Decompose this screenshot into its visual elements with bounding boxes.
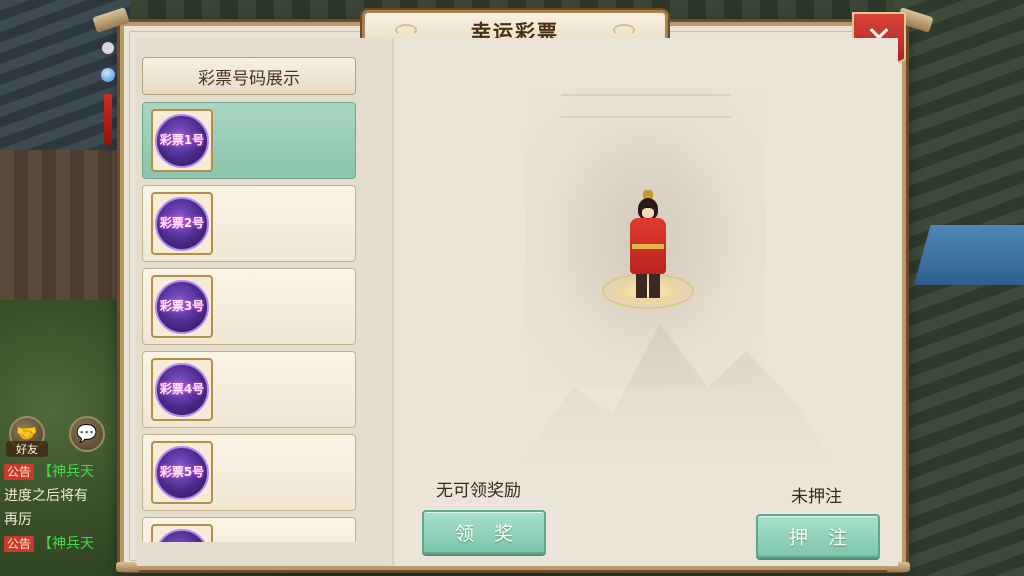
- friends-label: 好友: [6, 441, 48, 457]
- ticket-icon-frame: 彩票5号: [151, 441, 213, 504]
- lottery-ticket-icon: 彩票4号: [155, 362, 209, 417]
- ink-banner-ornament: [561, 94, 731, 118]
- gem-icon: [101, 68, 115, 82]
- lottery-ticket-icon: 彩票5号: [155, 445, 209, 500]
- bet-status-text: 未押注: [791, 487, 842, 507]
- ticket-icon-frame: 彩票3号: [151, 275, 213, 338]
- place-bet-button[interactable]: 押注: [756, 514, 880, 558]
- character-legs: [636, 274, 660, 298]
- chat-line: 公告 【神兵天: [4, 460, 122, 484]
- tassel-icon: [104, 94, 112, 146]
- speech-bubble-icon: 💬: [69, 416, 105, 452]
- character-face: [642, 208, 654, 218]
- character-belt: [632, 244, 664, 249]
- chat-log[interactable]: 公告 【神兵天 进度之后将有 再厉 公告 【神兵天: [4, 460, 122, 570]
- notice-tag: 公告: [4, 464, 35, 480]
- reward-status-text: 无可领奖励: [436, 481, 521, 501]
- lottery-panel: 幸运彩票 ✕ 彩票号码展示 彩票1号 彩票2号 彩票3号 彩票4号: [92, 7, 934, 572]
- cloud-ornament-icon: [613, 24, 635, 36]
- claim-reward-button[interactable]: 领奖: [422, 510, 546, 554]
- chat-line: 公告 【神兵天: [4, 532, 122, 556]
- ticket-item-1[interactable]: 彩票1号: [142, 102, 356, 179]
- chat-button[interactable]: 💬: [66, 413, 108, 455]
- chat-line: 进度之后将有: [4, 484, 122, 508]
- lottery-ticket-icon: 彩票3号: [155, 279, 209, 334]
- cloud-ornament-icon: [395, 24, 417, 36]
- chat-text: 再厉: [4, 512, 32, 528]
- lottery-ticket-icon: 彩票1号: [155, 113, 209, 168]
- ticket-icon-frame: 彩票2号: [151, 192, 213, 255]
- chat-text: 【神兵天: [38, 464, 95, 480]
- ticket-item-5[interactable]: 彩票5号: [142, 434, 356, 511]
- ticket-icon-frame: 彩票4号: [151, 358, 213, 421]
- chat-text: 进度之后将有: [4, 488, 88, 504]
- lottery-ticket-icon: [155, 528, 209, 542]
- background-scenery-right: [894, 0, 1024, 576]
- chat-line: 再厉: [4, 508, 122, 532]
- background-wall: [0, 150, 120, 320]
- player-character-model: [624, 190, 674, 302]
- lottery-ticket-icon: 彩票2号: [155, 196, 209, 251]
- ticket-list[interactable]: 彩票1号 彩票2号 彩票3号 彩票4号 彩票5号: [142, 102, 356, 542]
- ticket-item-3[interactable]: 彩票3号: [142, 268, 356, 345]
- hanging-charm-ornament: [100, 42, 116, 147]
- ticket-icon-frame: [151, 524, 213, 542]
- friends-button[interactable]: 🤝 好友: [6, 413, 48, 457]
- ticket-item-2[interactable]: 彩票2号: [142, 185, 356, 262]
- notice-tag: 公告: [4, 536, 35, 552]
- lottery-display-area: 无可领奖励 领奖 未押注 押注: [396, 38, 898, 566]
- ticket-item-6[interactable]: [142, 517, 356, 542]
- chat-text: 【神兵天: [38, 536, 95, 552]
- bead-icon: [102, 42, 114, 54]
- background-blue-roof: [914, 225, 1024, 285]
- list-header: 彩票号码展示: [142, 57, 356, 95]
- ticket-icon-frame: 彩票1号: [151, 109, 213, 172]
- ticket-item-4[interactable]: 彩票4号: [142, 351, 356, 428]
